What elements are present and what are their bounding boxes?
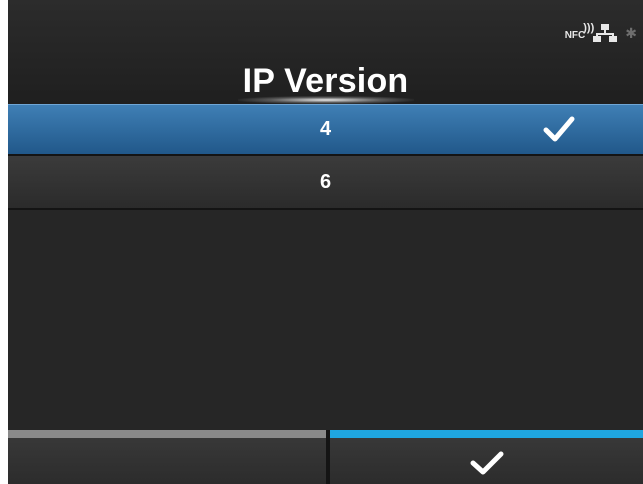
nfc-icon: NFC ))) [564,23,595,41]
softkey-left[interactable] [8,430,326,484]
softkey-bar [8,430,643,484]
status-bar: NFC ))) ✱ [565,20,637,46]
title-underline-glow [238,96,414,104]
bluetooth-icon: ✱ [625,24,637,41]
softkey-left-indicator [8,430,326,438]
confirm-button[interactable] [330,430,643,484]
nfc-label: NFC [564,30,586,41]
option-label: 6 [319,170,332,193]
softkey-right-indicator [330,430,643,438]
empty-list-area [8,212,643,430]
nfc-waves-icon: ))) [583,22,595,34]
option-row-ipv6[interactable]: 6 [8,156,643,210]
lan-icon [593,23,618,43]
option-list: 4 6 [8,104,643,210]
check-icon [470,451,503,475]
screen-frame [0,0,8,484]
option-row-ipv4[interactable]: 4 [8,104,643,156]
header: NFC ))) ✱ IP Version [8,0,643,104]
check-icon [543,116,575,142]
printer-screen: NFC ))) ✱ IP Version 4 6 [0,0,643,484]
